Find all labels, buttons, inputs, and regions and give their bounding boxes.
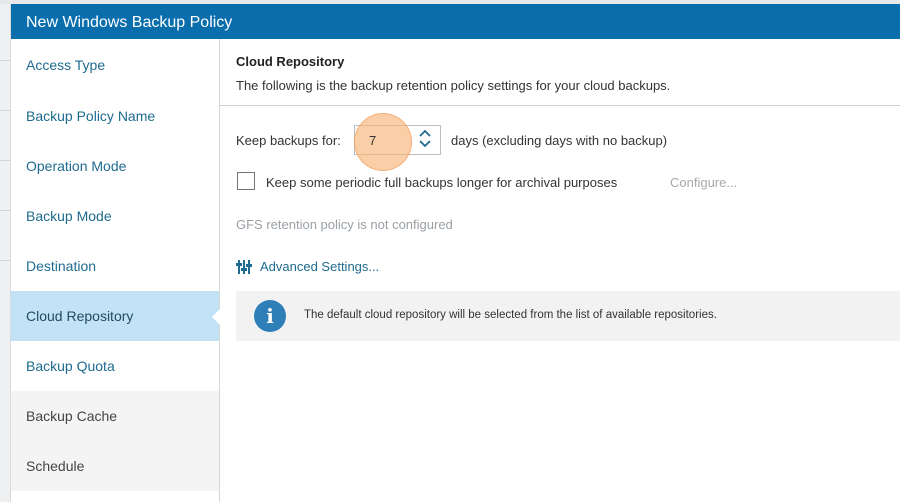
wizard-steps-sidebar: Access Type Backup Policy Name Operation… <box>11 39 220 502</box>
dialog-title: New Windows Backup Policy <box>26 14 233 31</box>
click-highlight-indicator <box>354 113 412 171</box>
step-label: Backup Mode <box>26 208 112 224</box>
info-banner: i The default cloud repository will be s… <box>236 291 900 341</box>
archival-backups-label[interactable]: Keep some periodic full backups longer f… <box>266 175 617 190</box>
step-access-type[interactable]: Access Type <box>11 39 219 91</box>
step-destination[interactable]: Destination <box>11 241 219 291</box>
step-label: Access Type <box>26 57 106 73</box>
page-title: Cloud Repository <box>236 54 345 69</box>
step-backup-quota[interactable]: Backup Quota <box>11 341 219 391</box>
step-operation-mode[interactable]: Operation Mode <box>11 141 219 191</box>
retention-days-stepper[interactable]: 7 <box>354 113 441 171</box>
archival-backups-checkbox[interactable] <box>237 172 255 190</box>
retention-days-value[interactable]: 7 <box>369 133 376 148</box>
header-divider <box>220 105 900 106</box>
gfs-status-text: GFS retention policy is not configured <box>236 217 453 232</box>
configure-gfs-link: Configure... <box>670 175 738 190</box>
days-unit-label: days (excluding days with no backup) <box>451 133 668 148</box>
stepper-spin-buttons <box>410 126 440 154</box>
sliders-icon <box>236 259 252 274</box>
step-label: Cloud Repository <box>26 308 134 324</box>
step-label: Backup Policy Name <box>26 108 156 124</box>
background-window-edge <box>0 0 11 502</box>
step-label: Operation Mode <box>26 158 127 174</box>
step-label: Backup Quota <box>26 358 115 374</box>
step-backup-cache: Backup Cache <box>11 391 219 441</box>
page-description: The following is the backup retention po… <box>236 78 671 93</box>
step-backup-policy-name[interactable]: Backup Policy Name <box>11 91 219 141</box>
keep-backups-label: Keep backups for: <box>236 133 341 148</box>
advanced-settings-link[interactable]: Advanced Settings... <box>236 259 379 274</box>
info-icon: i <box>254 300 286 332</box>
wizard-content: Cloud Repository The following is the ba… <box>220 39 900 502</box>
step-label: Backup Cache <box>26 408 118 424</box>
dialog-title-bar: New Windows Backup Policy <box>0 0 900 39</box>
step-label: Schedule <box>26 458 85 474</box>
chevron-down-icon[interactable] <box>419 140 431 151</box>
step-backup-mode[interactable]: Backup Mode <box>11 191 219 241</box>
advanced-settings-label: Advanced Settings... <box>260 259 380 274</box>
step-schedule: Schedule <box>11 441 219 491</box>
step-label: Destination <box>26 258 97 274</box>
step-cloud-repository[interactable]: Cloud Repository <box>11 291 220 341</box>
chevron-up-icon[interactable] <box>419 129 431 140</box>
info-banner-text: The default cloud repository will be sel… <box>304 309 717 321</box>
